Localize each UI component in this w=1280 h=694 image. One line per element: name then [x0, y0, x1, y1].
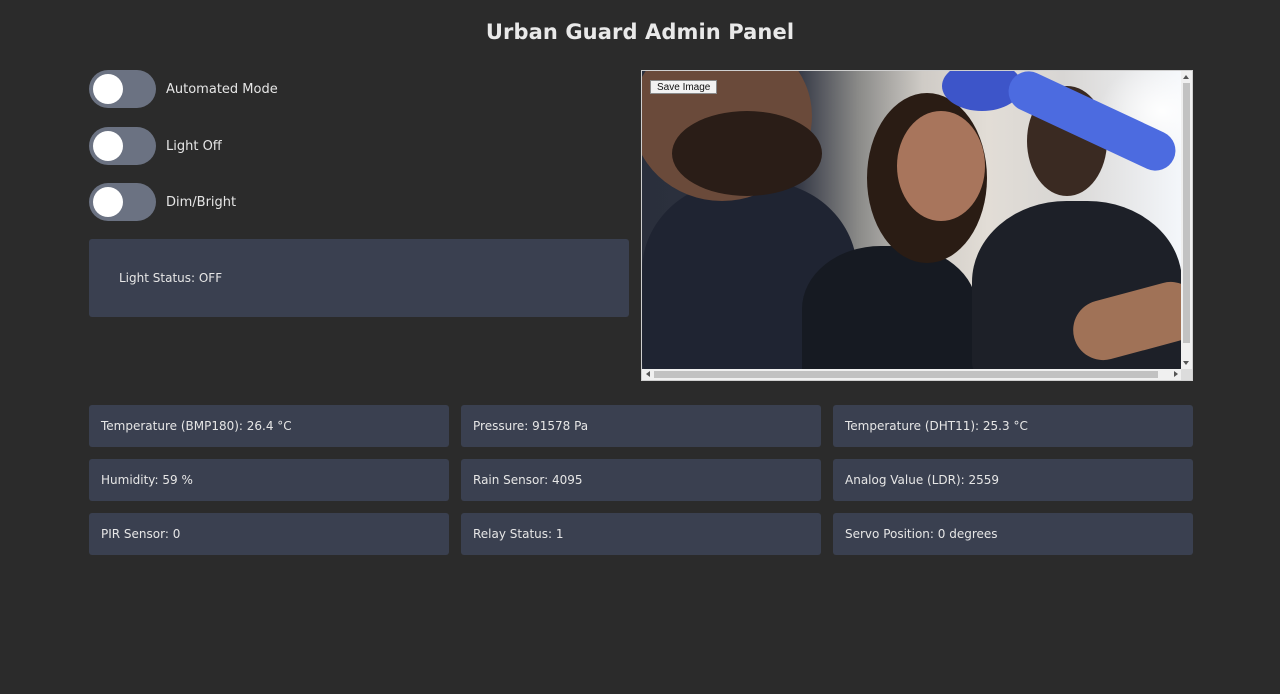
- toggle-knob: [93, 74, 123, 104]
- sensor-card-pressure: Pressure: 91578 Pa: [461, 405, 821, 447]
- toggle-switch[interactable]: [89, 127, 156, 165]
- scroll-up-icon[interactable]: [1183, 75, 1189, 79]
- page-title: Urban Guard Admin Panel: [485, 20, 795, 44]
- vertical-scrollbar[interactable]: [1181, 71, 1192, 369]
- light-status-panel: Light Status: OFF: [89, 239, 629, 317]
- sensor-text: Humidity: 59 %: [101, 473, 193, 487]
- light-toggle[interactable]: Light Off: [89, 127, 222, 165]
- scrollbar-corner: [1181, 369, 1192, 380]
- sensor-card-dht11-temperature: Temperature (DHT11): 25.3 °C: [833, 405, 1193, 447]
- save-image-button[interactable]: Save Image: [650, 80, 718, 94]
- scroll-down-icon[interactable]: [1183, 361, 1189, 365]
- toggle-label: Light Off: [166, 138, 222, 154]
- toggle-switch[interactable]: [89, 183, 156, 221]
- person-middle-face: [897, 111, 985, 221]
- toggle-knob: [93, 131, 123, 161]
- toggle-label: Automated Mode: [166, 81, 278, 97]
- scroll-right-icon[interactable]: [1174, 371, 1178, 377]
- toggle-label: Dim/Bright: [166, 194, 237, 210]
- automated-mode-toggle[interactable]: Automated Mode: [89, 70, 278, 108]
- sensor-card-relay: Relay Status: 1: [461, 513, 821, 555]
- dim-bright-toggle[interactable]: Dim/Bright: [89, 183, 236, 221]
- sensor-text: Servo Position: 0 degrees: [845, 527, 998, 541]
- light-status-text: Light Status: OFF: [119, 271, 223, 285]
- scrollbar-thumb[interactable]: [654, 371, 1158, 378]
- sensor-card-humidity: Humidity: 59 %: [89, 459, 449, 501]
- sensor-text: Relay Status: 1: [473, 527, 564, 541]
- camera-image: [642, 71, 1182, 369]
- sensor-card-servo: Servo Position: 0 degrees: [833, 513, 1193, 555]
- sensor-text: Temperature (DHT11): 25.3 °C: [845, 419, 1028, 433]
- toggle-switch[interactable]: [89, 70, 156, 108]
- sensor-text: Pressure: 91578 Pa: [473, 419, 589, 433]
- horizontal-scrollbar[interactable]: [642, 369, 1182, 380]
- sensor-text: Rain Sensor: 4095: [473, 473, 583, 487]
- sensor-text: Analog Value (LDR): 2559: [845, 473, 1000, 487]
- person-left-beard: [672, 111, 822, 196]
- sensor-text: PIR Sensor: 0: [101, 527, 181, 541]
- person-middle: [802, 246, 977, 369]
- scrollbar-thumb[interactable]: [1183, 83, 1190, 343]
- sensor-card-bmp180-temperature: Temperature (BMP180): 26.4 °C: [89, 405, 449, 447]
- sensor-card-rain: Rain Sensor: 4095: [461, 459, 821, 501]
- toggle-knob: [93, 187, 123, 217]
- sensor-card-ldr: Analog Value (LDR): 2559: [833, 459, 1193, 501]
- scroll-left-icon[interactable]: [646, 371, 650, 377]
- sensor-text: Temperature (BMP180): 26.4 °C: [101, 419, 292, 433]
- camera-feed-frame[interactable]: Save Image: [641, 70, 1193, 381]
- sensor-card-pir: PIR Sensor: 0: [89, 513, 449, 555]
